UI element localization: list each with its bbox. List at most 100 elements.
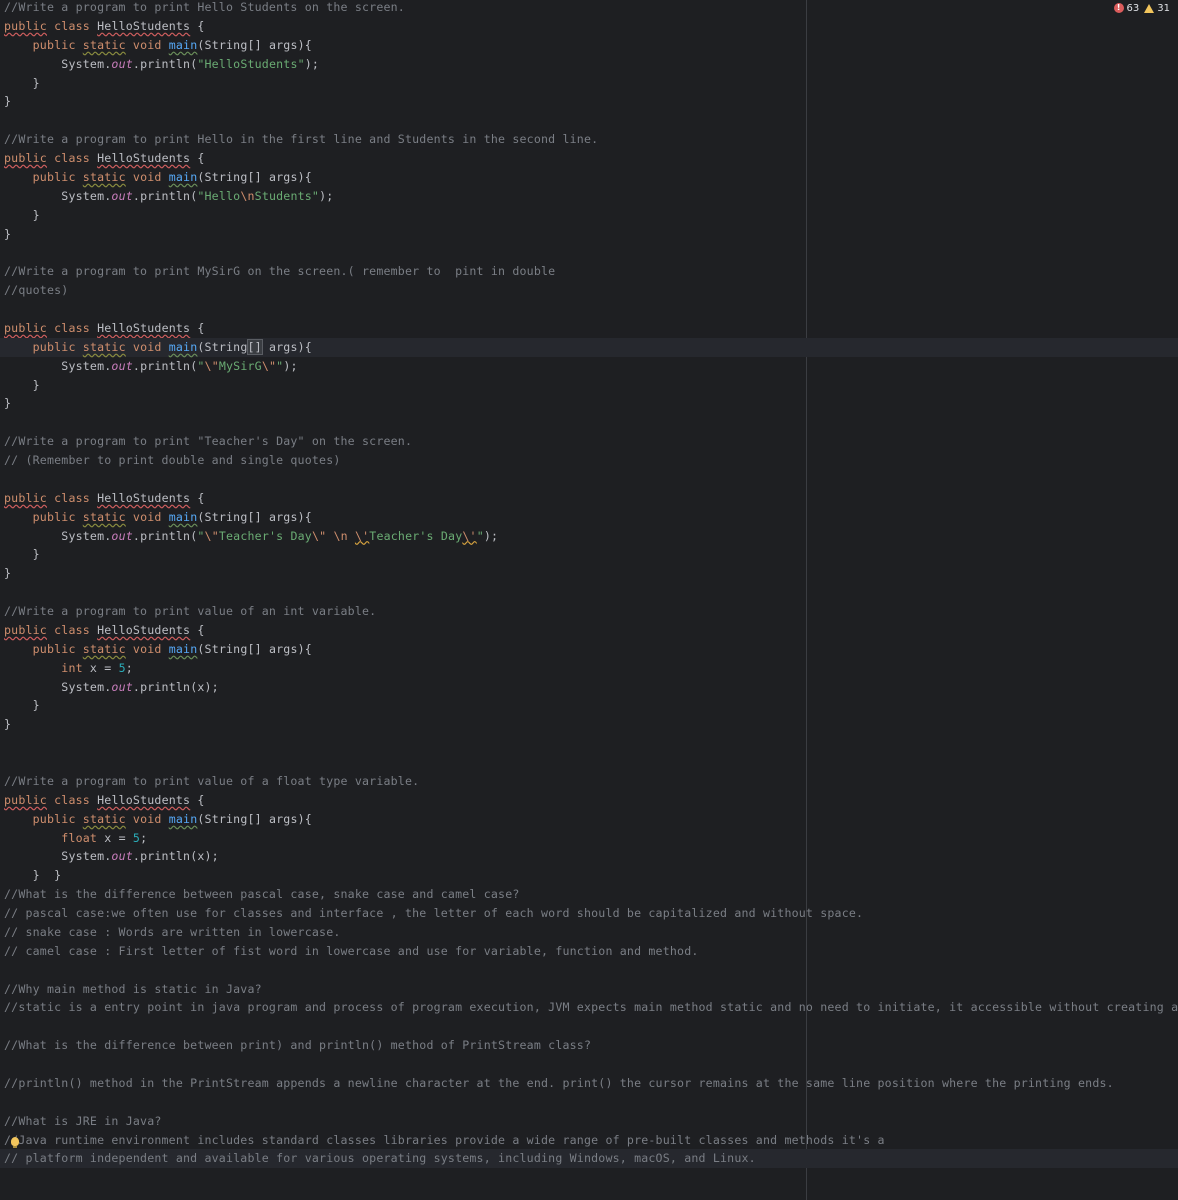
code-line[interactable]: //println() method in the PrintStream ap… bbox=[0, 1074, 1178, 1093]
code-line[interactable]: // snake case : Words are written in low… bbox=[0, 923, 1178, 942]
code-line[interactable]: //Write a program to print value of a fl… bbox=[0, 772, 1178, 791]
code-token: Students" bbox=[254, 188, 320, 203]
code-line[interactable]: // camel case : First letter of fist wor… bbox=[0, 942, 1178, 961]
code-line[interactable]: } bbox=[0, 376, 1178, 395]
code-line[interactable]: } bbox=[0, 715, 1178, 734]
code-line[interactable]: public static void main(String[] args){ bbox=[0, 168, 1178, 187]
code-line[interactable]: } bbox=[0, 92, 1178, 111]
code-line[interactable]: } bbox=[0, 206, 1178, 225]
code-line[interactable]: // platform independent and available fo… bbox=[0, 1149, 1178, 1169]
code-line[interactable]: public class HelloStudents { bbox=[0, 17, 1178, 36]
code-line[interactable] bbox=[0, 1017, 1178, 1036]
error-count[interactable]: ! 63 bbox=[1113, 3, 1139, 14]
code-token: } bbox=[4, 698, 40, 713]
code-line[interactable]: //static is a entry point in java progra… bbox=[0, 998, 1178, 1017]
code-line[interactable]: //What is the difference between print) … bbox=[0, 1036, 1178, 1055]
code-line[interactable]: //What is the difference between pascal … bbox=[0, 885, 1178, 904]
code-line[interactable]: public static void main(String[] args){ bbox=[0, 36, 1178, 55]
code-line[interactable]: public static void main(String[] args){ bbox=[0, 508, 1178, 527]
code-token: public bbox=[32, 509, 76, 524]
code-token: (String[] args){ bbox=[197, 509, 312, 524]
code-line[interactable]: float x = 5; bbox=[0, 829, 1178, 848]
code-line[interactable]: System.out.println("Hello\nStudents"); bbox=[0, 187, 1178, 206]
code-token: } bbox=[4, 94, 12, 109]
code-token: } bbox=[4, 377, 40, 392]
code-line[interactable]: public static void main(String[] args){ bbox=[0, 810, 1178, 829]
code-line[interactable]: //What is JRE in Java? bbox=[0, 1112, 1178, 1131]
code-line[interactable] bbox=[0, 753, 1178, 772]
code-line[interactable]: int x = 5; bbox=[0, 659, 1178, 678]
code-line[interactable]: //Write a program to print "Teacher's Da… bbox=[0, 432, 1178, 451]
lightbulb-icon[interactable] bbox=[11, 1137, 19, 1148]
code-token: 5 bbox=[132, 830, 141, 845]
code-line[interactable]: //Write a program to print Hello in the … bbox=[0, 130, 1178, 149]
code-token: println bbox=[140, 849, 191, 864]
code-line[interactable] bbox=[0, 583, 1178, 602]
code-line[interactable]: //Why main method is static in Java? bbox=[0, 980, 1178, 999]
code-line[interactable]: public static void main(String[] args){ bbox=[0, 337, 1178, 357]
code-line[interactable]: // (Remember to print double and single … bbox=[0, 451, 1178, 470]
code-token: (String bbox=[197, 339, 248, 354]
code-line[interactable] bbox=[0, 470, 1178, 489]
code-token: void bbox=[132, 339, 162, 354]
code-token: System. bbox=[4, 188, 112, 203]
code-line[interactable] bbox=[0, 413, 1178, 432]
code-token: static bbox=[82, 339, 126, 354]
code-line[interactable]: } } bbox=[0, 866, 1178, 885]
code-line[interactable]: // pascal case:we often use for classes … bbox=[0, 904, 1178, 923]
code-line[interactable]: System.out.println("HelloStudents"); bbox=[0, 55, 1178, 74]
code-line[interactable]: public class HelloStudents { bbox=[0, 791, 1178, 810]
code-line[interactable]: //Write a program to print Hello Student… bbox=[0, 0, 1178, 17]
code-line[interactable]: public class HelloStudents { bbox=[0, 319, 1178, 338]
code-token: HelloStudents bbox=[97, 490, 191, 505]
code-line[interactable]: } bbox=[0, 74, 1178, 93]
code-token: ; bbox=[125, 660, 133, 675]
code-line[interactable] bbox=[0, 1055, 1178, 1074]
warning-count[interactable]: 31 bbox=[1144, 3, 1170, 14]
code-token: //Write a program to print Hello in the … bbox=[4, 132, 599, 147]
code-token: (String[] args){ bbox=[197, 169, 312, 184]
code-token: main bbox=[168, 509, 198, 524]
code-token: static bbox=[82, 509, 126, 524]
code-line[interactable]: System.out.println(x); bbox=[0, 847, 1178, 866]
code-line[interactable]: } bbox=[0, 394, 1178, 413]
code-token: x = bbox=[82, 660, 119, 675]
code-line[interactable] bbox=[0, 961, 1178, 980]
inspection-widget[interactable]: ! 63 31 bbox=[1109, 0, 1170, 16]
code-line[interactable] bbox=[0, 1093, 1178, 1112]
code-editor[interactable]: //Write a program to print Hello Student… bbox=[0, 0, 1178, 1200]
code-token: { bbox=[190, 320, 205, 335]
code-line[interactable]: public class HelloStudents { bbox=[0, 489, 1178, 508]
code-token: // snake case : Words are written in low… bbox=[4, 924, 341, 939]
code-line[interactable]: public static void main(String[] args){ bbox=[0, 640, 1178, 659]
code-token: { bbox=[190, 151, 205, 165]
code-token: ); bbox=[319, 188, 334, 203]
code-token: "Hello bbox=[197, 188, 241, 203]
code-line[interactable] bbox=[0, 734, 1178, 753]
code-line[interactable] bbox=[0, 243, 1178, 262]
code-line[interactable]: } bbox=[0, 696, 1178, 715]
code-line[interactable]: System.out.println("\"MySirG\""); bbox=[0, 357, 1178, 376]
code-line[interactable]: public class HelloStudents { bbox=[0, 149, 1178, 168]
code-line[interactable] bbox=[0, 111, 1178, 130]
code-line[interactable]: System.out.println(x); bbox=[0, 678, 1178, 697]
code-line[interactable]: //Write a program to print MySirG on the… bbox=[0, 262, 1178, 281]
code-token: class bbox=[54, 151, 90, 165]
code-line[interactable]: System.out.println("\"Teacher's Day\" \n… bbox=[0, 527, 1178, 546]
code-line[interactable]: //Java runtime environment includes stan… bbox=[0, 1131, 1178, 1150]
code-line[interactable]: } bbox=[0, 545, 1178, 564]
code-token: HelloStudents bbox=[97, 622, 191, 637]
code-token: float bbox=[61, 830, 98, 845]
code-line[interactable] bbox=[0, 300, 1178, 319]
code-token: (x); bbox=[190, 679, 219, 694]
code-lines[interactable]: //Write a program to print Hello Student… bbox=[0, 0, 1178, 1169]
code-line[interactable]: } bbox=[0, 225, 1178, 244]
code-line[interactable]: } bbox=[0, 564, 1178, 583]
code-line[interactable]: public class HelloStudents { bbox=[0, 621, 1178, 640]
code-line[interactable]: //quotes) bbox=[0, 281, 1178, 300]
code-line[interactable]: //Write a program to print value of an i… bbox=[0, 602, 1178, 621]
